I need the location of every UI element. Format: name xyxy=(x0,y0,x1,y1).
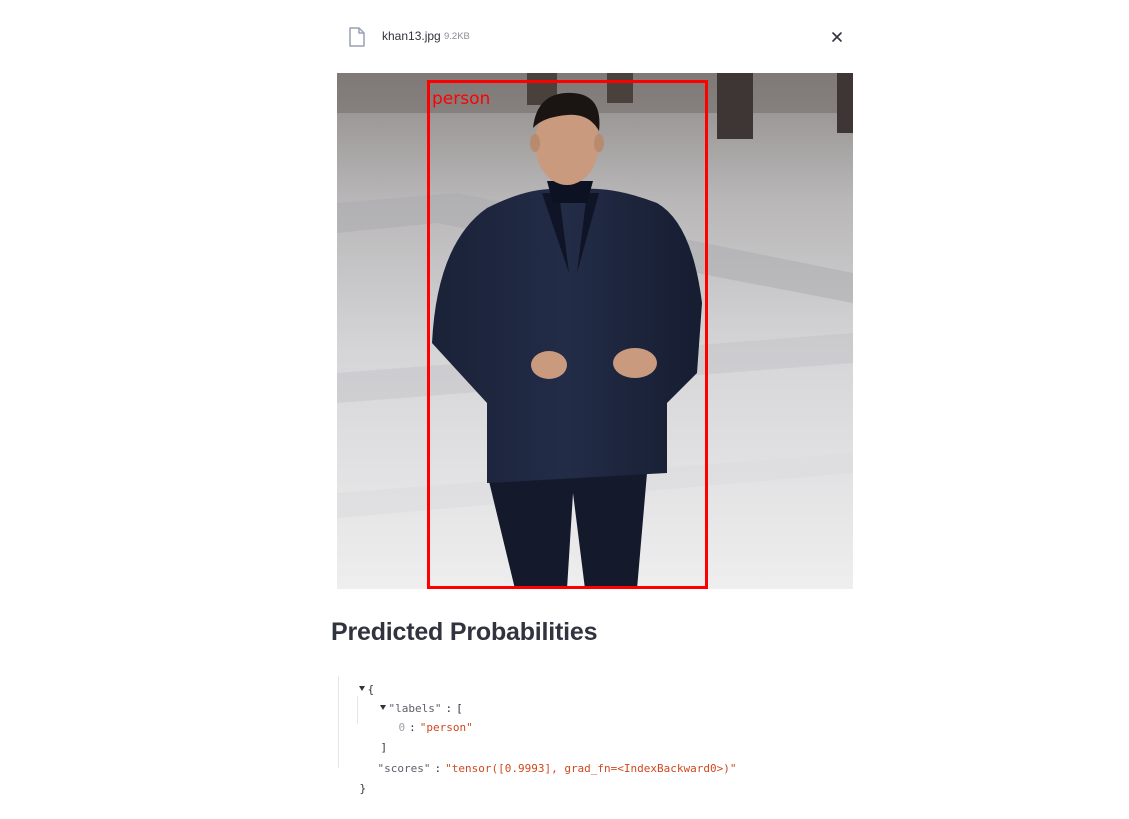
document-icon xyxy=(348,27,366,47)
file-size: 9.2KB xyxy=(444,31,470,42)
json-labels-row[interactable]: "labels":[ xyxy=(353,679,463,715)
json-root-toggle[interactable]: { xyxy=(332,660,374,696)
json-close: } xyxy=(333,759,367,795)
json-labels-item: 0: "person" xyxy=(398,721,473,734)
uploaded-file-row: khan13.jpg 9.2KB xyxy=(336,20,856,54)
close-icon xyxy=(832,32,842,42)
json-scores-row: "scores": "tensor([0.9993], grad_fn=<Inde… xyxy=(377,762,737,775)
json-value-person: "person" xyxy=(419,721,473,734)
json-value-scores: "tensor([0.9993], grad_fn=<IndexBackward… xyxy=(445,762,737,775)
json-array-close: ] xyxy=(354,718,388,754)
json-key-scores: "scores" xyxy=(377,762,431,775)
file-name: khan13.jpg xyxy=(382,29,441,43)
json-close-brace: } xyxy=(359,782,367,795)
remove-file-button[interactable] xyxy=(826,26,848,48)
bbox-label: person xyxy=(432,89,490,109)
json-array-index: 0 xyxy=(398,721,406,734)
detection-result-image: person xyxy=(337,73,853,589)
page-title: Predicted Probabilities xyxy=(331,618,598,646)
